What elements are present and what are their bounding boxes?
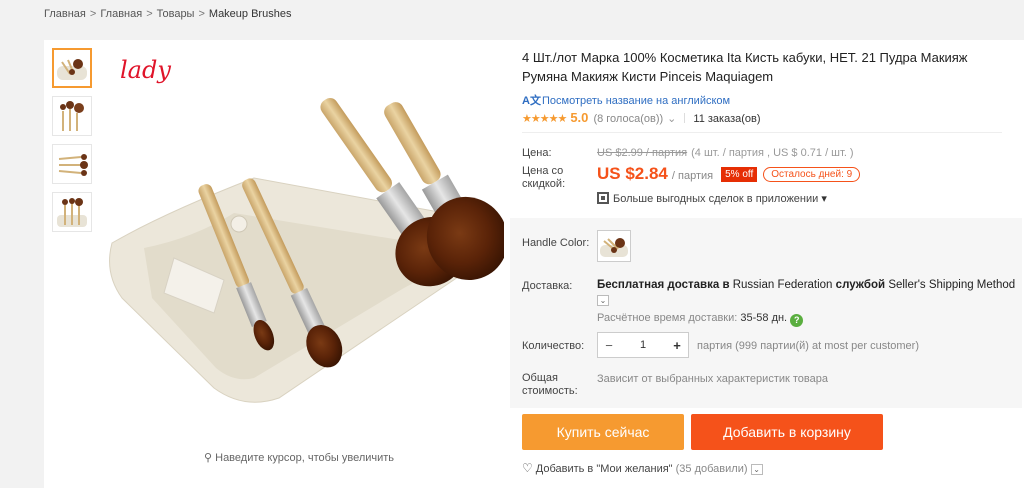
translate-link[interactable]: A文Посмотреть название на английском: [522, 92, 730, 108]
delivery-estimate: Расчётное время доставки: 35-58 дн. ?: [597, 312, 804, 327]
shipping-in: в: [722, 279, 730, 291]
shipping-by: службой: [835, 279, 886, 291]
shipping-country[interactable]: Russian Federation: [733, 279, 833, 291]
rating-stars: ★★★★★: [522, 113, 567, 125]
old-price-row: US $2.99 / партия (4 шт. / партия , US $ …: [597, 147, 854, 159]
breadcrumb-separator: >: [198, 8, 205, 20]
thumbnail-1[interactable]: [52, 48, 92, 88]
increase-button[interactable]: +: [666, 338, 688, 353]
thumbnail-list: [52, 48, 94, 240]
qr-code-icon: [597, 192, 609, 204]
chevron-down-icon[interactable]: ⌄: [597, 295, 609, 306]
shipping-label: Доставка:: [522, 280, 573, 292]
breadcrumb-separator: >: [146, 8, 153, 20]
help-icon[interactable]: ?: [790, 314, 804, 327]
breadcrumb-current[interactable]: Makeup Brushes: [209, 8, 292, 20]
delivery-estimate-label: Расчётное время доставки:: [597, 312, 738, 324]
thumbnail-3[interactable]: [52, 144, 92, 184]
orders-count: 11 заказа(ов): [693, 113, 761, 125]
thumbnail-4[interactable]: [52, 192, 92, 232]
breadcrumb-link[interactable]: Товары: [157, 8, 195, 20]
shipping-method[interactable]: Seller's Shipping Method: [888, 279, 1015, 291]
quantity-label: Количество:: [522, 340, 585, 352]
translate-link-text[interactable]: Посмотреть название на английском: [542, 95, 730, 107]
zoom-hint: ⚲ Наведите курсор, чтобы увеличить: [204, 451, 394, 464]
product-title: 4 Шт./лот Марка 100% Косметика Ita Кисть…: [522, 50, 968, 84]
total-label: Общая стоимость:: [522, 372, 578, 397]
rating-score: 5.0: [570, 110, 589, 125]
discount-price-label: Цена со скидкой:: [522, 165, 566, 190]
chevron-down-icon[interactable]: ⌄: [750, 464, 763, 475]
color-swatch-bamboo[interactable]: [597, 230, 631, 262]
wishlist-row[interactable]: ♡ Добавить в "Мои желания" (35 добавили) …: [522, 461, 763, 475]
breadcrumb: Главная > Главная > Товары > Makeup Brushes: [44, 8, 291, 20]
thumbnail-2[interactable]: [52, 96, 92, 136]
translate-icon: A文: [522, 95, 541, 107]
quantity-stepper: − 1 +: [597, 332, 689, 358]
rating-votes-link[interactable]: (8 голоса(ов)): [593, 113, 663, 125]
decrease-button[interactable]: −: [598, 338, 620, 353]
breadcrumb-link[interactable]: Главная: [100, 8, 142, 20]
app-deals-text[interactable]: Больше выгодных сделок в приложении: [613, 193, 818, 205]
rating-row: ★★★★★ 5.0 (8 голоса(ов)) ⌄ 11 заказа(ов): [522, 110, 761, 125]
total-value: Зависит от выбранных характеристик товар…: [597, 373, 828, 385]
wishlist-link[interactable]: Добавить в "Мои желания": [536, 463, 673, 475]
days-left-badge: Осталось дней: 9: [763, 167, 861, 182]
magnifier-icon: ⚲: [204, 452, 213, 464]
buy-now-button[interactable]: Купить сейчас: [522, 414, 684, 450]
product-card: lady ⚲ Наведите курсор, чтобы увеличить …: [44, 40, 1024, 488]
delivery-estimate-value: 35-58 дн.: [740, 312, 788, 324]
old-price-details: (4 шт. / партия , US $ 0.71 / шт. ): [691, 147, 854, 159]
quantity-note: партия (999 партии(й) at most per custom…: [697, 340, 919, 352]
wishlist-count: (35 добавили): [675, 463, 748, 475]
breadcrumb-link[interactable]: Главная: [44, 8, 86, 20]
product-main-image[interactable]: lady: [104, 48, 504, 438]
discount-price-row: US $2.84/ партия 5% off Осталось дней: 9: [597, 164, 861, 184]
price-label: Цена:: [522, 147, 552, 159]
add-to-cart-button[interactable]: Добавить в корзину: [691, 414, 883, 450]
chevron-down-icon[interactable]: ⌄: [667, 113, 676, 125]
app-deals-link[interactable]: Больше выгодных сделок в приложении ▾: [597, 192, 827, 205]
breadcrumb-separator: >: [89, 8, 97, 20]
old-price: US $2.99 / партия: [597, 147, 688, 159]
quantity-input[interactable]: 1: [620, 339, 666, 351]
shipping-dropdown[interactable]: ⌄: [597, 294, 609, 306]
color-label: Handle Color:: [522, 237, 590, 249]
caret-down-icon[interactable]: ▾: [821, 193, 827, 205]
watermark-text: lady: [120, 56, 171, 84]
per-lot-label: / партия: [671, 170, 714, 182]
free-shipping: Бесплатная доставка: [597, 279, 720, 291]
heart-icon[interactable]: ♡: [522, 461, 533, 475]
discount-badge: 5% off: [721, 167, 758, 182]
divider: [684, 113, 686, 123]
divider: [522, 132, 1002, 133]
zoom-hint-text: Наведите курсор, чтобы увеличить: [215, 452, 395, 464]
discount-price: US $2.84: [597, 164, 668, 183]
shipping-info: Бесплатная доставка в Russian Federation…: [597, 279, 1015, 291]
